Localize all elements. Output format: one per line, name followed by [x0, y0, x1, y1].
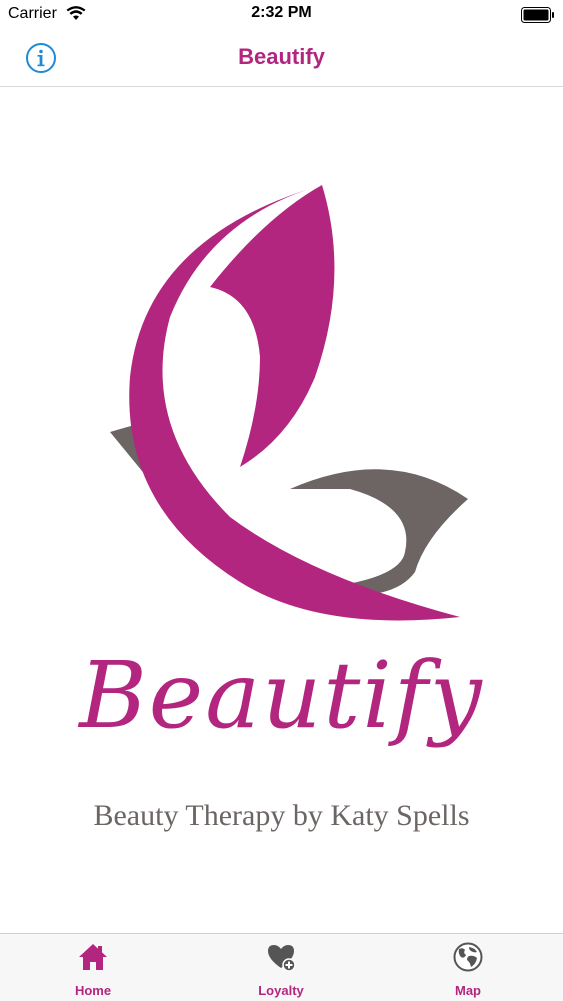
globe-icon [453, 942, 483, 972]
clock: 2:32 PM [251, 4, 312, 21]
brand-name: Beautify [79, 642, 484, 749]
heart-plus-icon [268, 945, 296, 972]
tab-loyalty[interactable]: Loyalty [211, 934, 351, 1001]
main-content: Beautify Beauty Therapy by Katy Spells [0, 87, 563, 933]
tab-map[interactable]: Map [398, 934, 538, 1001]
battery-icon [521, 7, 554, 23]
tab-home-label: Home [74, 983, 112, 998]
tab-map-label: Map [455, 983, 481, 998]
tab-bar: Home Loyalty Map [0, 933, 563, 1001]
tab-loyalty-label: Loyalty [258, 983, 304, 998]
house-icon [79, 944, 107, 970]
tab-home[interactable]: Home [23, 934, 163, 1001]
status-bar: Carrier 2:32 PM [0, 0, 563, 30]
page-title: Beautify [238, 44, 325, 69]
navigation-bar: Beautify [0, 30, 563, 87]
tagline: Beauty Therapy by Katy Spells [93, 799, 470, 832]
